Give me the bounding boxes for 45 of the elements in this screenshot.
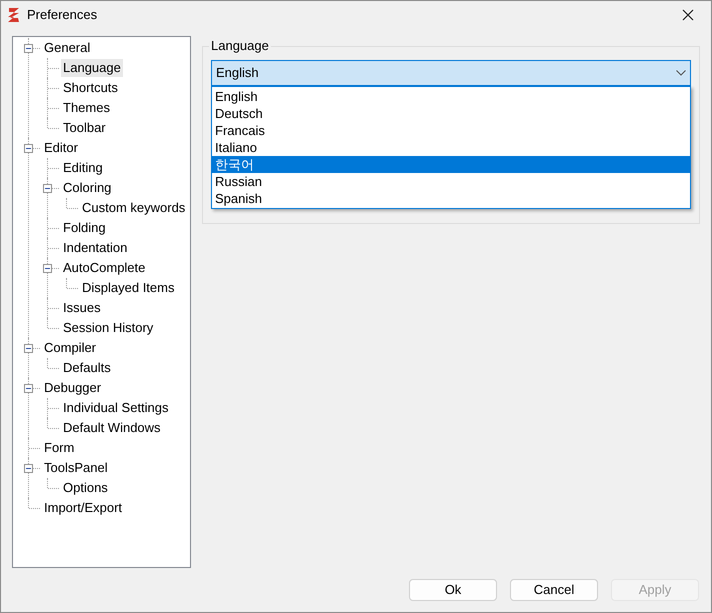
collapse-icon[interactable] [43,184,52,193]
close-icon [682,8,694,20]
tree-item[interactable]: Debugger [42,379,104,397]
tree-item[interactable]: Import/Export [42,499,124,517]
tree-item[interactable]: Options [61,479,110,497]
collapse-icon[interactable] [24,384,33,393]
tree-item[interactable]: General [42,39,92,57]
dropdown-option[interactable]: Deutsch [212,105,690,122]
dropdown-option[interactable]: English [212,88,690,105]
dialog-button[interactable]: Cancel [510,579,598,601]
tree-item[interactable]: Editing [61,159,105,177]
dialog-button[interactable]: Ok [409,579,497,601]
dropdown-option[interactable]: Spanish [212,190,690,207]
tree-item[interactable]: Individual Settings [61,399,171,417]
tree-item[interactable]: Compiler [42,339,98,357]
tree-item[interactable]: Language [61,59,123,77]
tree-item[interactable]: Toolbar [61,119,108,137]
collapse-icon[interactable] [43,264,52,273]
tree-item[interactable]: Form [42,439,76,457]
collapse-icon[interactable] [24,464,33,473]
chevron-down-icon [676,70,686,76]
tree-item[interactable]: ToolsPanel [42,459,110,477]
tree-item[interactable]: Editor [42,139,80,157]
tree-item[interactable]: Issues [61,299,103,317]
tree-item[interactable]: Session History [61,319,156,337]
collapse-icon[interactable] [24,344,33,353]
window-title: Preferences [27,6,98,24]
dropdown-option[interactable]: Francais [212,122,690,139]
dropdown-option[interactable]: Italiano [212,139,690,156]
tree-item[interactable]: Custom keywords [80,199,188,217]
dropdown-option[interactable]: Russian [212,173,690,190]
tree-item[interactable]: Folding [61,219,108,237]
tree-item[interactable]: Defaults [61,359,113,377]
tree-item[interactable]: Indentation [61,239,130,257]
group-title: Language [209,38,271,54]
tree-item[interactable]: AutoComplete [61,259,148,277]
dropdown-option[interactable]: 한국어 [212,156,690,173]
tree-item[interactable]: Shortcuts [61,79,120,97]
tree-item[interactable]: Displayed Items [80,279,176,297]
tree-item[interactable]: Coloring [61,179,114,197]
app-icon [7,6,21,22]
collapse-icon[interactable] [24,144,33,153]
tree-item[interactable]: Themes [61,99,112,117]
tree-item[interactable]: Default Windows [61,419,163,437]
collapse-icon[interactable] [24,44,33,53]
